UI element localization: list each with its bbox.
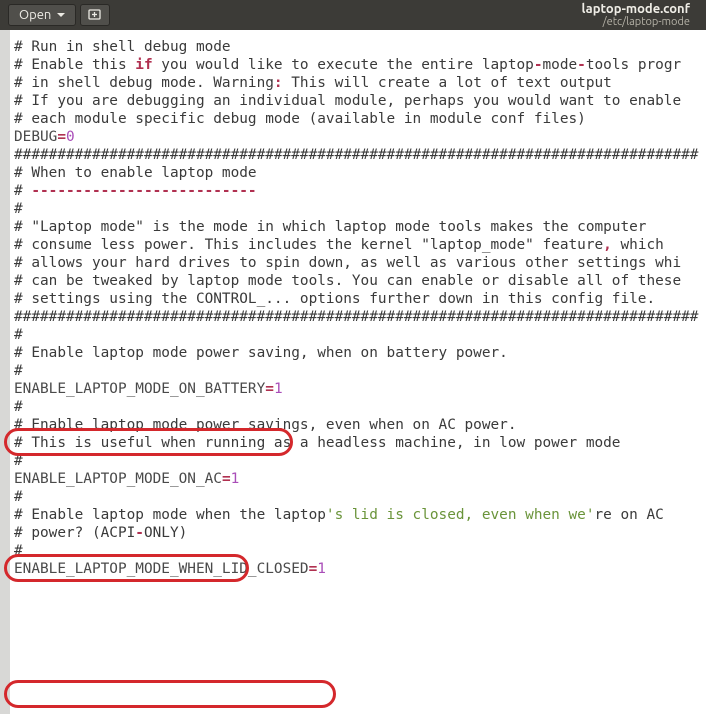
code-line[interactable]: #	[14, 452, 706, 470]
code-line[interactable]: ########################################…	[14, 146, 706, 164]
code-line[interactable]: #	[14, 488, 706, 506]
code-line[interactable]: # When to enable laptop mode	[14, 164, 706, 182]
code-line[interactable]: # Enable laptop mode power savings, even…	[14, 416, 706, 434]
editor-gutter	[0, 30, 10, 714]
code-line[interactable]: #	[14, 326, 706, 344]
code-line[interactable]: # can be tweaked by laptop mode tools. Y…	[14, 272, 706, 290]
highlight-box	[4, 680, 336, 708]
new-tab-button[interactable]	[80, 4, 110, 26]
file-path: /etc/laptop-mode	[110, 16, 690, 28]
headerbar-title: laptop-mode.conf /etc/laptop-mode	[110, 2, 706, 28]
code-line[interactable]: # Enable laptop mode power saving, when …	[14, 344, 706, 362]
editor-area[interactable]: # Run in shell debug mode# Enable this i…	[0, 30, 706, 714]
new-tab-icon	[87, 7, 103, 23]
code-line[interactable]: ENABLE_LAPTOP_MODE_ON_AC=1	[14, 470, 706, 488]
headerbar: Open laptop-mode.conf /etc/laptop-mode	[0, 0, 706, 30]
code-line[interactable]: #	[14, 362, 706, 380]
code-line[interactable]: # This is useful when running as a headl…	[14, 434, 706, 452]
code-line[interactable]: # settings using the CONTROL_... options…	[14, 290, 706, 308]
code-line[interactable]: # allows your hard drives to spin down, …	[14, 254, 706, 272]
code-line[interactable]: #	[14, 200, 706, 218]
code-line[interactable]: #	[14, 398, 706, 416]
file-name: laptop-mode.conf	[110, 2, 690, 16]
code-line[interactable]: # consume less power. This includes the …	[14, 236, 706, 254]
code-line[interactable]: #	[14, 542, 706, 560]
open-button[interactable]: Open	[8, 4, 76, 26]
code-line[interactable]: ENABLE_LAPTOP_MODE_WHEN_LID_CLOSED=1	[14, 560, 706, 578]
open-button-label: Open	[19, 8, 51, 22]
code-line[interactable]: # Run in shell debug mode	[14, 38, 706, 56]
code-line[interactable]: ########################################…	[14, 308, 706, 326]
code-line[interactable]: # Enable this if you would like to execu…	[14, 56, 706, 74]
code-line[interactable]: ENABLE_LAPTOP_MODE_ON_BATTERY=1	[14, 380, 706, 398]
code-line[interactable]: # If you are debugging an individual mod…	[14, 92, 706, 110]
code-line[interactable]: # power? (ACPI-ONLY)	[14, 524, 706, 542]
code-content[interactable]: # Run in shell debug mode# Enable this i…	[14, 38, 706, 578]
headerbar-left: Open	[0, 4, 110, 26]
code-line[interactable]: # Enable laptop mode when the laptop's l…	[14, 506, 706, 524]
code-line[interactable]: # "Laptop mode" is the mode in which lap…	[14, 218, 706, 236]
code-line[interactable]: # --------------------------	[14, 182, 706, 200]
code-line[interactable]: # each module specific debug mode (avail…	[14, 110, 706, 128]
chevron-down-icon	[57, 13, 65, 17]
code-line[interactable]: DEBUG=0	[14, 128, 706, 146]
code-line[interactable]: # in shell debug mode. Warning: This wil…	[14, 74, 706, 92]
